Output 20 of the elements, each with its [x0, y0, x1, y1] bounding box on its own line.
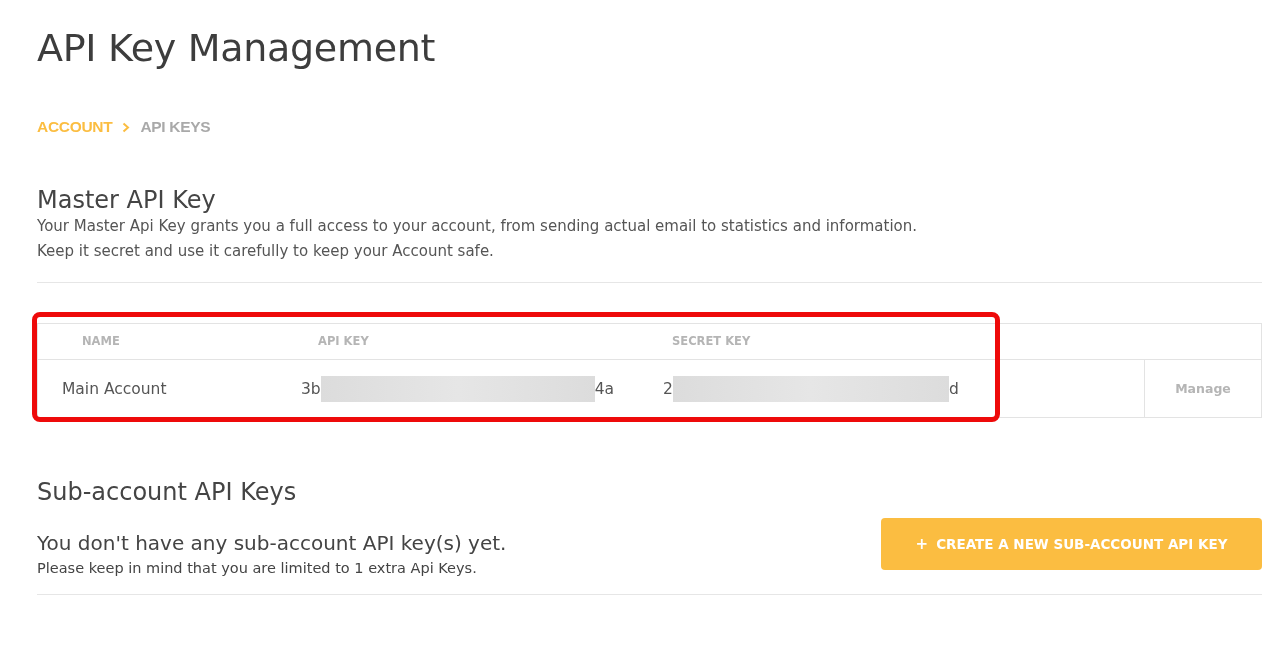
column-header: NAME — [38, 324, 301, 360]
breadcrumb-link[interactable]: API KEYS — [140, 118, 211, 136]
empty-message: You don't have any sub-account API key(s) yet. — [37, 531, 507, 555]
description-text: Keep it secret and use it carefully to keep your Account safe. — [37, 241, 495, 262]
limit-note: Please keep in mind that you are limited to 1 extra Api Keys. — [37, 560, 478, 576]
manage-link[interactable]: Manage — [1175, 381, 1231, 396]
section-heading: Master API Key — [37, 186, 217, 214]
section-heading: Sub-account API Keys — [37, 478, 298, 506]
description-text: Your Master Api Key grants you a full access to your account, from sending actual email to statistics and information. — [37, 216, 918, 237]
column-header: SECRET KEY — [663, 324, 1144, 360]
key-end: d — [948, 379, 959, 398]
key-end: 4a — [594, 379, 615, 398]
key-start: 3b — [301, 379, 321, 398]
breadcrumb-link[interactable]: ACCOUNT — [37, 118, 113, 136]
table-cell: Main Account — [62, 379, 167, 398]
key-start: 2 — [663, 379, 673, 398]
chevron-icon — [122, 121, 131, 133]
page-title: API Key Management — [37, 26, 437, 70]
column-header: API KEY — [301, 324, 663, 360]
create-key-button[interactable]: + CREATE A NEW SUB-ACCOUNT API KEY — [881, 518, 1262, 570]
